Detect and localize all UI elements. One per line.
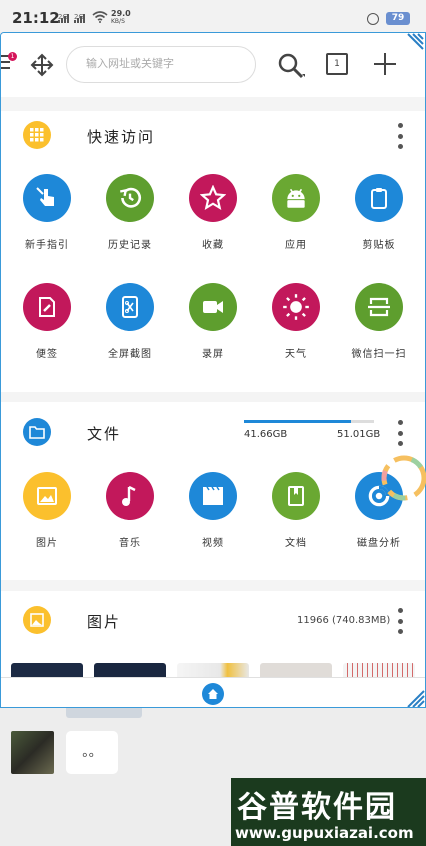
hand-pointer-icon	[23, 174, 71, 222]
pictures-card: 图片 11966 (740.83MB)	[1, 591, 425, 677]
sun-icon	[272, 283, 320, 331]
picture-thumbnail[interactable]	[11, 663, 83, 677]
star-icon	[189, 174, 237, 222]
file-type-documents[interactable]: 文档	[256, 472, 336, 549]
file-type-label: 图片	[36, 538, 58, 549]
quick-item-label: 历史记录	[108, 240, 152, 251]
files-card: 文件 41.66GB 51.01GB 图片 音乐 视频 文档 磁盘分析	[1, 402, 425, 580]
watermark-url: www.gupuxiazai.com	[235, 824, 414, 842]
quick-item-apps[interactable]: 应用	[256, 174, 336, 251]
bottom-bar	[1, 677, 425, 708]
speed-unit: KB/S	[111, 18, 125, 25]
home-button[interactable]	[202, 683, 224, 705]
picture-thumbnail[interactable]	[94, 663, 166, 677]
screenshot-icon	[106, 283, 154, 331]
quick-item-wechat-scan[interactable]: 微信扫一扫	[339, 283, 419, 360]
folder-icon	[23, 418, 51, 446]
pictures-count: 11966 (740.83MB)	[297, 615, 391, 626]
quick-item-label: 收藏	[202, 240, 224, 251]
browser-window: 1 1 快速访问	[0, 32, 426, 708]
resize-corner-bottom-icon[interactable]	[407, 690, 425, 708]
music-note-icon	[106, 472, 154, 520]
quick-item-record[interactable]: 录屏	[173, 283, 253, 360]
quick-item-clipboard[interactable]: 剪贴板	[339, 174, 419, 251]
note-edit-icon	[23, 283, 71, 331]
quick-access-more-icon[interactable]	[397, 123, 403, 149]
resize-corner-top-icon[interactable]	[406, 33, 424, 51]
status-time: 21:12	[12, 9, 60, 27]
quick-item-label: 剪贴板	[362, 240, 396, 251]
chat-message-bubble[interactable]: 。。	[66, 731, 118, 774]
rotation-lock-icon	[367, 13, 379, 25]
chat-image-preview[interactable]	[66, 708, 142, 718]
toolbar: 1 1	[1, 33, 425, 97]
pictures-more-icon[interactable]	[397, 608, 403, 634]
film-icon	[189, 472, 237, 520]
file-type-label: 文档	[285, 538, 307, 549]
watermark-logo: 谷普软件园 www.gupuxiazai.com	[231, 778, 426, 846]
android-icon	[272, 174, 320, 222]
speed-value: 29.0	[111, 9, 131, 18]
file-type-label: 视频	[202, 538, 224, 549]
file-type-music[interactable]: 音乐	[90, 472, 170, 549]
quick-item-label: 微信扫一扫	[351, 349, 407, 360]
avatar[interactable]	[11, 731, 54, 774]
quick-item-label: 全屏截图	[108, 349, 152, 360]
network-speed: 29.0 KB/S	[111, 10, 131, 26]
tabs-button[interactable]: 1	[326, 53, 348, 75]
wifi-icon	[92, 11, 108, 23]
storage-used: 41.66GB	[244, 429, 288, 440]
picture-icon	[23, 606, 51, 634]
quick-access-card: 快速访问 新手指引 历史记录 收藏 应用 剪贴板 便签 全屏截图 录屏 天气 微…	[1, 111, 425, 392]
file-type-label: 音乐	[119, 538, 141, 549]
pictures-title: 图片	[87, 613, 122, 631]
battery-indicator: 79	[386, 12, 410, 25]
move-arrows-icon[interactable]	[30, 53, 54, 77]
quick-item-label: 新手指引	[25, 240, 69, 251]
quick-item-guide[interactable]: 新手指引	[7, 174, 87, 251]
quick-item-screenshot[interactable]: 全屏截图	[90, 283, 170, 360]
quick-item-weather[interactable]: 天气	[256, 283, 336, 360]
file-type-label: 磁盘分析	[357, 538, 401, 549]
files-title: 文件	[87, 425, 122, 443]
picture-thumbnail[interactable]	[177, 663, 249, 677]
image-icon	[23, 472, 71, 520]
search-input[interactable]	[86, 57, 246, 70]
add-icon[interactable]	[373, 52, 397, 76]
status-bar: 21:12 2G 2G 29.0 KB/S 79	[0, 0, 426, 32]
quick-item-history[interactable]: 历史记录	[90, 174, 170, 251]
signal-bars-2-icon	[74, 13, 85, 23]
quick-item-label: 便签	[36, 349, 58, 360]
address-bar[interactable]	[66, 46, 256, 83]
quick-access-title: 快速访问	[87, 128, 156, 146]
picture-thumbnail[interactable]	[260, 663, 332, 677]
scan-icon	[355, 283, 403, 331]
quick-item-label: 录屏	[202, 349, 224, 360]
document-icon	[272, 472, 320, 520]
video-camera-icon	[189, 283, 237, 331]
files-more-icon[interactable]	[397, 420, 403, 446]
search-icon[interactable]	[277, 52, 307, 80]
signal-bars-1-icon	[58, 13, 69, 23]
grid-icon	[23, 121, 51, 149]
quick-item-label: 天气	[285, 349, 307, 360]
history-icon	[106, 174, 154, 222]
quick-item-label: 应用	[285, 240, 307, 251]
file-type-video[interactable]: 视频	[173, 472, 253, 549]
storage-total: 51.01GB	[337, 429, 381, 440]
home-icon	[208, 689, 218, 699]
quick-item-notes[interactable]: 便签	[7, 283, 87, 360]
floating-ball-icon[interactable]	[380, 452, 426, 504]
watermark-text: 谷普软件园	[237, 790, 397, 825]
file-type-images[interactable]: 图片	[7, 472, 87, 549]
storage-usage-fill	[244, 420, 351, 423]
quick-item-favorites[interactable]: 收藏	[173, 174, 253, 251]
menu-badge: 1	[8, 52, 17, 61]
picture-thumbnail[interactable]	[343, 663, 415, 677]
clipboard-icon	[355, 174, 403, 222]
storage-usage-bar	[244, 420, 374, 423]
